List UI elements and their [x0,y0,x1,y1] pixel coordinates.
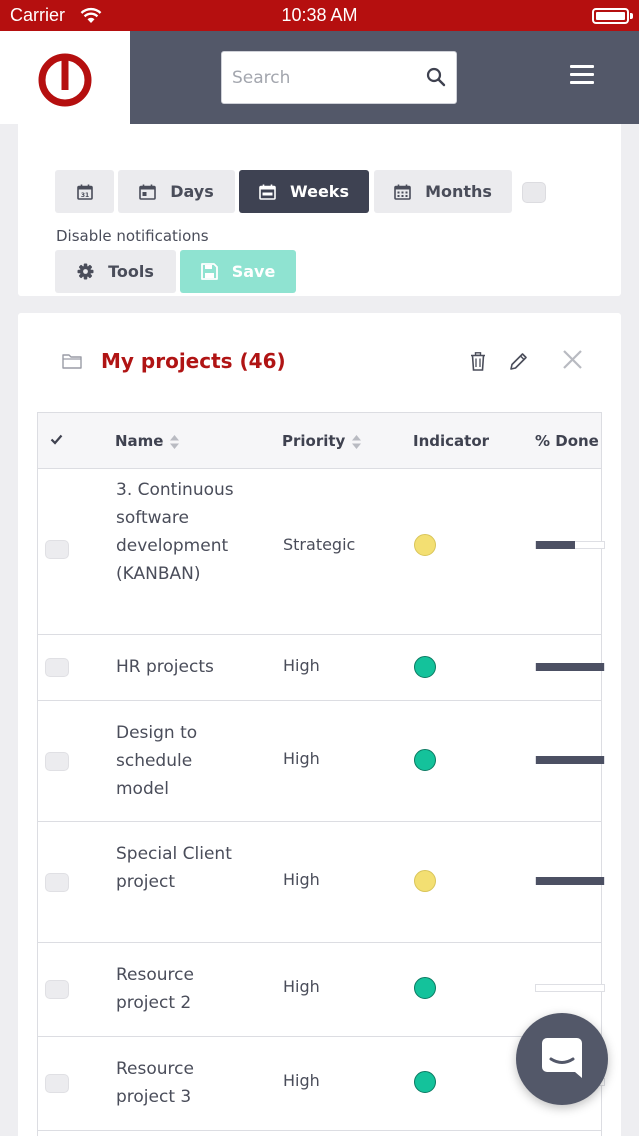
project-name[interactable]: HR projects [116,653,246,681]
progress-bar [535,984,605,992]
row-checkbox[interactable] [45,540,69,559]
column-priority-label: Priority [282,432,346,450]
row-checkbox[interactable] [45,1074,69,1093]
progress-fill [536,541,576,549]
row-checkbox[interactable] [45,873,69,892]
chat-bubble-icon [542,1038,582,1078]
months-button[interactable]: Months [374,170,512,213]
project-name[interactable]: 3. Continuous software development (KANB… [116,476,246,588]
table-row[interactable]: 3. Continuous software development (KANB… [38,469,605,635]
table-row[interactable]: Special Client project High [38,822,605,943]
progress-bar [535,756,605,764]
project-name[interactable]: Design to schedule model [116,719,246,803]
project-name[interactable]: Special Client project [116,840,246,896]
calendar-today-button[interactable]: 31 [55,170,114,213]
progress-bar [535,877,605,885]
sort-icon[interactable] [169,434,180,450]
hamburger-menu-icon[interactable] [570,65,594,85]
row-checkbox[interactable] [45,752,69,771]
search-input[interactable] [222,52,417,103]
save-label: Save [231,262,276,281]
indicator-dot [414,656,436,678]
disable-notifications-label: Disable notifications [56,227,209,245]
disable-notifications-checkbox[interactable] [522,182,546,203]
days-button[interactable]: Days [118,170,235,213]
clock: 10:38 AM [281,5,358,25]
days-label: Days [170,182,214,201]
floppy-disk-icon [200,263,218,280]
checkmark-icon[interactable] [50,434,63,445]
table-row[interactable]: HR projects High [38,635,605,701]
pencil-icon[interactable] [509,352,528,371]
calendar-day-icon [139,184,157,200]
folder-icon [62,354,82,369]
project-name[interactable]: Resource project 2 [116,961,246,1017]
project-priority: Strategic [283,535,356,554]
gear-icon [77,263,94,280]
progress-bar [535,541,605,549]
weeks-label: Weeks [290,182,349,201]
row-checkbox[interactable] [45,658,69,677]
calendar-month-icon [394,184,411,200]
table-header: Name Priority Indicator % Done [38,413,601,469]
project-priority: High [283,977,320,996]
tools-label: Tools [108,262,154,281]
sort-icon[interactable] [351,434,362,450]
calendar-week-icon [259,184,276,200]
column-header-done[interactable]: % Done [535,432,599,450]
project-name[interactable]: Resource project 3 [116,1055,246,1111]
column-header-name[interactable]: Name [115,432,180,450]
months-label: Months [425,182,492,201]
column-name-label: Name [115,432,164,450]
row-checkbox[interactable] [45,980,69,999]
trash-icon[interactable] [470,352,486,371]
progress-bar [535,663,605,671]
project-priority: High [283,1071,320,1090]
toolbar-card: 31 Days Weeks Months Disable notificatio… [18,124,621,296]
column-header-priority[interactable]: Priority [282,432,362,450]
column-header-indicator[interactable]: Indicator [413,432,489,450]
progress-fill [536,663,604,671]
project-priority: High [283,749,320,768]
progress-fill [536,877,604,885]
svg-text:31: 31 [80,192,88,199]
status-bar: Carrier 10:38 AM [0,0,639,31]
projects-table: Name Priority Indicator % Done 3. Contin… [37,412,605,1136]
projects-title: My projects (46) [101,349,286,373]
project-priority: High [283,656,320,675]
projects-card: My projects (46) Name Priority Indicator… [18,313,621,1136]
weeks-button[interactable]: Weeks [239,170,369,213]
top-header [130,31,639,124]
close-icon[interactable] [562,349,583,370]
tools-button[interactable]: Tools [55,250,176,293]
search-box [221,51,457,104]
battery-icon [592,8,629,24]
search-icon[interactable] [426,67,446,87]
indicator-dot [414,749,436,771]
indicator-dot [414,534,436,556]
calendar-31-icon: 31 [76,184,93,200]
indicator-dot [414,870,436,892]
logo-icon [38,53,92,107]
project-priority: High [283,870,320,889]
battery-tip [630,13,633,19]
chat-launcher-button[interactable] [516,1013,608,1105]
indicator-dot [414,977,436,999]
progress-fill [536,756,604,764]
table-row[interactable]: Resource project 2 High [38,943,605,1037]
table-row[interactable] [38,1131,601,1136]
indicator-dot [414,1071,436,1093]
save-button[interactable]: Save [180,250,296,293]
logo-area[interactable] [0,31,130,124]
table-row[interactable]: Design to schedule model High [38,701,605,822]
